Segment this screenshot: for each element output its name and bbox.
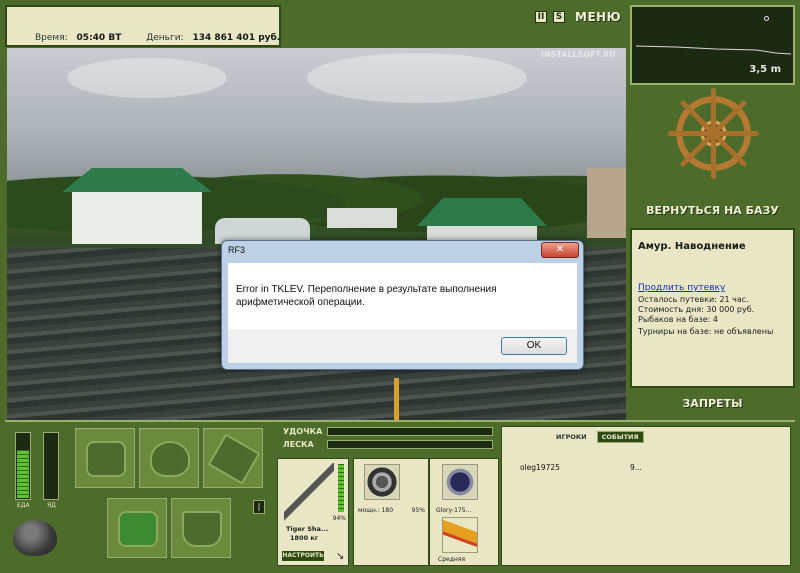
location-info-panel: Амур. Наводнение Продлить путевку Остало…: [630, 228, 795, 388]
pause-icon[interactable]: II: [535, 11, 547, 23]
bans-button[interactable]: ЗАПРЕТЫ: [630, 392, 795, 416]
cauldron-icon[interactable]: [13, 520, 57, 556]
depth-panel: 3,5 m: [630, 5, 795, 85]
game-window: Время: 05:40 ВТ Деньги: 134 861 401 руб.…: [0, 0, 800, 573]
menu-button[interactable]: МЕНЮ: [575, 10, 621, 24]
tackle-panel: УДОЧКА ЛЕСКА 94% Tiger Sha... 1800 кг НА…: [277, 422, 499, 570]
reel-slot[interactable]: мощн.: 180 95%: [353, 458, 429, 566]
time-label: Время:: [35, 33, 68, 43]
info-line: Турниры на базе: не объявлены: [638, 327, 774, 336]
line-name: Glory-175...: [436, 507, 472, 514]
reel-power: мощн.: 180: [358, 507, 394, 514]
house: [587, 168, 626, 238]
cloud: [307, 53, 527, 103]
rod-icon: [284, 463, 334, 523]
reel-percent: 95%: [411, 507, 425, 514]
line-tension-label: ЛЕСКА: [283, 440, 314, 449]
extend-permit-link[interactable]: Продлить путевку: [638, 283, 725, 293]
line-spool-icon: [442, 464, 478, 500]
time-value: 05:40 ВТ: [76, 33, 122, 43]
meters: ЕДА ЯД: [13, 432, 63, 512]
help-icon[interactable]: S: [553, 11, 565, 23]
rod-tension-label: УДОЧКА: [283, 427, 323, 436]
depth-value: 3,5 m: [749, 64, 781, 75]
house: [72, 192, 202, 244]
lure-label: Средняя: [438, 556, 465, 563]
players-tabs: ИГРОКИ СОБЫТИЯ: [552, 431, 644, 443]
bag-slot[interactable]: [139, 428, 199, 488]
base-panel: ВЕРНУТЬСЯ НА БАЗУ: [630, 88, 795, 223]
food-meter-fill: [17, 450, 29, 498]
info-line: Рыбаков на базе: 4: [638, 315, 718, 324]
arrow-down-right-icon[interactable]: ↘: [336, 551, 344, 562]
rod-name: Tiger Sha...: [286, 525, 329, 533]
tackle-box-slot[interactable]: [75, 428, 135, 488]
tab-players[interactable]: ИГРОКИ: [552, 432, 591, 442]
depth-profile: [636, 45, 791, 55]
money-value: 134 861 401 руб.: [192, 33, 281, 43]
tools-icon: [207, 433, 261, 485]
location-title: Амур. Наводнение: [638, 241, 746, 252]
rod-weight: 1800 кг: [290, 534, 319, 542]
error-message: Error in TKLEV. Переполнение в результат…: [236, 284, 497, 308]
players-list: oleg19725 9...: [520, 463, 790, 472]
energy-meter: [43, 432, 59, 500]
lure-icon: [442, 517, 478, 553]
close-icon[interactable]: ✕: [541, 242, 579, 258]
basket-slot[interactable]: [107, 498, 167, 558]
bag-icon: [150, 441, 190, 477]
bottom-panel: ЕДА ЯД | УДОЧКА ЛЕСКА 94% Tiger Sha... 1…: [5, 420, 795, 570]
tools-slot[interactable]: [203, 428, 263, 488]
player-name: oleg19725: [520, 463, 560, 472]
rod-slot[interactable]: 94% Tiger Sha... 1800 кг НАСТРОИТЬ ↘: [277, 458, 349, 566]
helm-icon[interactable]: [668, 88, 759, 179]
rod-condition-gauge: [338, 464, 344, 512]
return-to-base-button[interactable]: ВЕРНУТЬСЯ НА БАЗУ: [630, 204, 795, 217]
reel-icon: [364, 464, 400, 500]
house-roof: [327, 208, 397, 228]
tackle-box-icon: [86, 441, 126, 477]
bucket-slot[interactable]: [171, 498, 231, 558]
top-toolbar: II S МЕНЮ: [535, 10, 621, 24]
slot-toggle-button[interactable]: |: [253, 500, 265, 514]
energy-label: ЯД: [47, 502, 56, 509]
setup-button[interactable]: НАСТРОИТЬ: [282, 551, 324, 561]
watermark: INSTALLSOFT.RU: [541, 50, 616, 59]
player-value: 9...: [630, 463, 642, 472]
info-line: Стоимость дня: 30 000 руб.: [638, 305, 755, 314]
food-meter: [15, 432, 31, 500]
error-dialog: RF3 ✕ Error in TKLEV. Переполнение в рез…: [221, 240, 584, 370]
list-item[interactable]: oleg19725 9...: [520, 463, 790, 472]
rod-tip: [394, 378, 399, 420]
ok-button[interactable]: OK: [501, 337, 567, 355]
rod-percent: 94%: [332, 515, 346, 522]
line-tension-bar: [327, 440, 493, 449]
status-panel: Время: 05:40 ВТ Деньги: 134 861 401 руб.: [5, 5, 281, 47]
info-line: Осталось путевки: 21 час.: [638, 295, 749, 304]
basket-icon: [118, 511, 158, 547]
food-label: ЕДА: [17, 502, 30, 509]
dialog-footer: OK: [228, 329, 577, 363]
cloud: [67, 58, 227, 98]
money-label: Деньги:: [146, 33, 184, 43]
tab-events[interactable]: СОБЫТИЯ: [596, 431, 644, 443]
rod-tension-bar: [327, 427, 493, 436]
dialog-body: Error in TKLEV. Переполнение в результат…: [228, 263, 577, 329]
status-row: Время: 05:40 ВТ Деньги: 134 861 401 руб.: [35, 33, 302, 43]
float-icon: [764, 16, 769, 21]
line-lure-slot[interactable]: Glory-175... Средняя: [429, 458, 499, 566]
players-panel: ИГРОКИ СОБЫТИЯ oleg19725 9...: [501, 426, 791, 566]
bucket-icon: [182, 511, 222, 547]
dialog-title: RF3: [228, 245, 246, 255]
